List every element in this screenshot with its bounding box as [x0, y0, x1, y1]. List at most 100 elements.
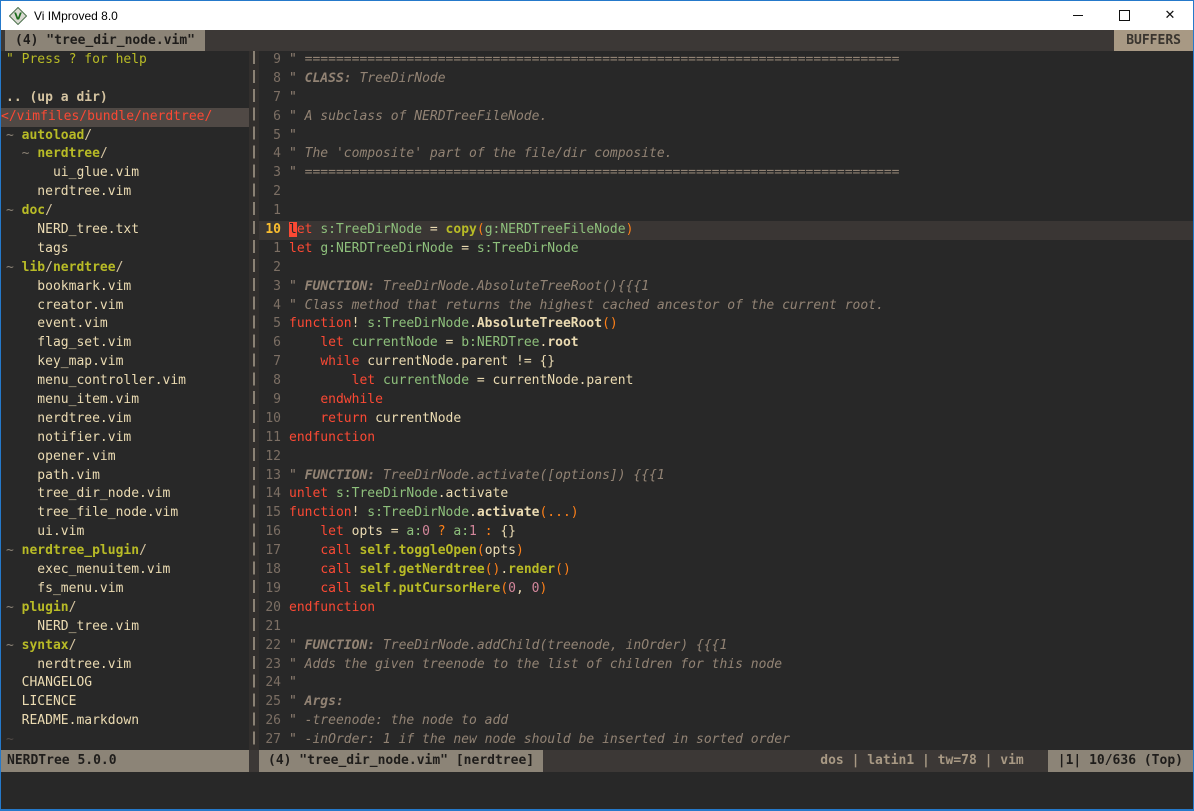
code-line[interactable]: 26" -treenode: the node to add — [259, 712, 1193, 731]
code-text: call self.putCursorHere(0, 0) — [289, 580, 1193, 599]
status-line: NERDTree 5.0.0 (4) "tree_dir_node.vim" [… — [1, 750, 1193, 772]
tree-item[interactable]: README.markdown — [1, 712, 249, 731]
tree-item[interactable]: key_map.vim — [1, 353, 249, 372]
code-line[interactable]: 2 — [259, 259, 1193, 278]
code-line[interactable]: 27" -inOrder: 1 if the new node should b… — [259, 731, 1193, 750]
code-line[interactable]: 17 call self.toggleOpen(opts) — [259, 542, 1193, 561]
code-line[interactable]: 7 while currentNode.parent != {} — [259, 353, 1193, 372]
tree-item[interactable]: nerdtree.vim — [1, 183, 249, 202]
tree-item[interactable]: opener.vim — [1, 448, 249, 467]
code-line[interactable]: 16 let opts = a:0 ? a:1 : {} — [259, 523, 1193, 542]
tree-item — [1, 70, 249, 89]
tree-item[interactable]: flag_set.vim — [1, 334, 249, 353]
maximize-button[interactable] — [1101, 1, 1147, 30]
code-line[interactable]: 5function! s:TreeDirNode.AbsoluteTreeRoo… — [259, 315, 1193, 334]
code-token: g:NERDTreeFileNode — [485, 222, 626, 237]
line-number: 9 — [259, 391, 289, 410]
code-line[interactable]: 5" — [259, 127, 1193, 146]
code-line[interactable]: 25" Args: — [259, 693, 1193, 712]
code-line[interactable]: 21 — [259, 618, 1193, 637]
tree-item[interactable]: bookmark.vim — [1, 278, 249, 297]
code-line[interactable]: 24" — [259, 674, 1193, 693]
code-line[interactable]: 1 — [259, 202, 1193, 221]
editor-panel[interactable]: 9 " =====================================… — [259, 51, 1193, 750]
code-line[interactable]: 4" The 'composite' part of the file/dir … — [259, 145, 1193, 164]
tree-item[interactable]: notifier.vim — [1, 429, 249, 448]
tree-item[interactable]: tags — [1, 240, 249, 259]
code-line[interactable]: 2 — [259, 183, 1193, 202]
tab-tree-dir-node[interactable]: (4) "tree_dir_node.vim" — [5, 30, 205, 51]
code-line[interactable]: 15function! s:TreeDirNode.activate(...) — [259, 504, 1193, 523]
line-number: 6 — [259, 108, 289, 127]
tree-item[interactable]: ~ nerdtree_plugin/ — [1, 542, 249, 561]
code-token: self.putCursorHere — [359, 581, 500, 596]
minimize-button[interactable] — [1055, 1, 1101, 30]
code-line[interactable]: 19 call self.putCursorHere(0, 0) — [259, 580, 1193, 599]
code-line[interactable]: 1let g:NERDTreeDirNode = s:TreeDirNode — [259, 240, 1193, 259]
code-line[interactable]: 22" FUNCTION: TreeDirNode.addChild(treen… — [259, 637, 1193, 656]
tree-item[interactable]: event.vim — [1, 315, 249, 334]
tree-item[interactable]: path.vim — [1, 467, 249, 486]
code-line[interactable]: 6 let currentNode = b:NERDTree.root — [259, 334, 1193, 353]
code-line[interactable]: 9" =====================================… — [259, 51, 1193, 70]
code-token: NERD_tree.vim — [6, 618, 139, 637]
code-token — [289, 543, 320, 558]
code-line[interactable]: 6" A subclass of NERDTreeFileNode. — [259, 108, 1193, 127]
tree-item[interactable]: .. (up a dir) — [1, 89, 249, 108]
window-separator[interactable] — [249, 51, 259, 750]
code-line[interactable]: 10 return currentNode — [259, 410, 1193, 429]
code-text: " Class method that returns the highest … — [289, 297, 1193, 316]
tree-item[interactable]: ui_glue.vim — [1, 164, 249, 183]
tree-item[interactable]: ~ plugin/ — [1, 599, 249, 618]
tree-item[interactable]: " Press ? for help — [1, 51, 249, 70]
code-line[interactable]: 8" CLASS: TreeDirNode — [259, 70, 1193, 89]
tree-item[interactable]: tree_file_node.vim — [1, 504, 249, 523]
code-token: et — [297, 222, 313, 237]
tree-item[interactable]: fs_menu.vim — [1, 580, 249, 599]
tree-item[interactable]: ~ syntax/ — [1, 637, 249, 656]
code-line[interactable]: 4" Class method that returns the highest… — [259, 297, 1193, 316]
code-line[interactable]: 8 let currentNode = currentNode.parent — [259, 372, 1193, 391]
line-number: 3 — [259, 164, 289, 183]
code-line[interactable]: 3" FUNCTION: TreeDirNode.AbsoluteTreeRoo… — [259, 278, 1193, 297]
tree-item[interactable]: CHANGELOG — [1, 674, 249, 693]
code-line[interactable]: 23" Adds the given treenode to the list … — [259, 656, 1193, 675]
tree-item[interactable]: exec_menuitem.vim — [1, 561, 249, 580]
tree-item[interactable]: menu_item.vim — [1, 391, 249, 410]
code-line[interactable]: 14unlet s:TreeDirNode.activate — [259, 485, 1193, 504]
code-token: {} — [500, 524, 516, 539]
tree-root-item[interactable]: </vimfiles/bundle/nerdtree/ — [1, 108, 249, 127]
tree-item[interactable]: tree_dir_node.vim — [1, 485, 249, 504]
tree-item[interactable]: nerdtree.vim — [1, 656, 249, 675]
code-line[interactable]: 20endfunction — [259, 599, 1193, 618]
tree-item[interactable]: creator.vim — [1, 297, 249, 316]
tree-item[interactable]: ~ nerdtree/ — [1, 145, 249, 164]
tree-item[interactable]: ~ — [1, 731, 249, 750]
tree-item[interactable]: ~ lib/nerdtree/ — [1, 259, 249, 278]
close-button[interactable]: ✕ — [1147, 1, 1193, 30]
code-text: endfunction — [289, 599, 1193, 618]
command-line[interactable] — [1, 772, 1193, 809]
tree-item[interactable]: menu_controller.vim — [1, 372, 249, 391]
tree-item[interactable]: nerdtree.vim — [1, 410, 249, 429]
tree-item[interactable]: NERD_tree.vim — [1, 618, 249, 637]
code-line[interactable]: 7" — [259, 89, 1193, 108]
tree-item[interactable]: ui.vim — [1, 523, 249, 542]
code-text: " ======================================… — [289, 51, 1193, 70]
nerdtree-panel[interactable]: " Press ? for help .. (up a dir)</vimfile… — [1, 51, 249, 750]
code-line[interactable]: 10let s:TreeDirNode = copy(g:NERDTreeFil… — [259, 221, 1193, 240]
code-line[interactable]: 9 endwhile — [259, 391, 1193, 410]
code-line[interactable]: 18 call self.getNerdtree().render() — [259, 561, 1193, 580]
code-line[interactable]: 12 — [259, 448, 1193, 467]
title-bar: V Vi IMproved 8.0 ✕ — [1, 1, 1193, 30]
code-line[interactable]: 13" FUNCTION: TreeDirNode.activate([opti… — [259, 467, 1193, 486]
code-line[interactable]: 11endfunction — [259, 429, 1193, 448]
tree-item[interactable]: ~ autoload/ — [1, 127, 249, 146]
tree-item[interactable]: LICENCE — [1, 693, 249, 712]
code-text: let opts = a:0 ? a:1 : {} — [289, 523, 1193, 542]
tree-item[interactable]: NERD_tree.txt — [1, 221, 249, 240]
tree-item[interactable]: ~ doc/ — [1, 202, 249, 221]
code-line[interactable]: 3" =====================================… — [259, 164, 1193, 183]
line-number: 17 — [259, 542, 289, 561]
code-token: / — [69, 599, 77, 618]
